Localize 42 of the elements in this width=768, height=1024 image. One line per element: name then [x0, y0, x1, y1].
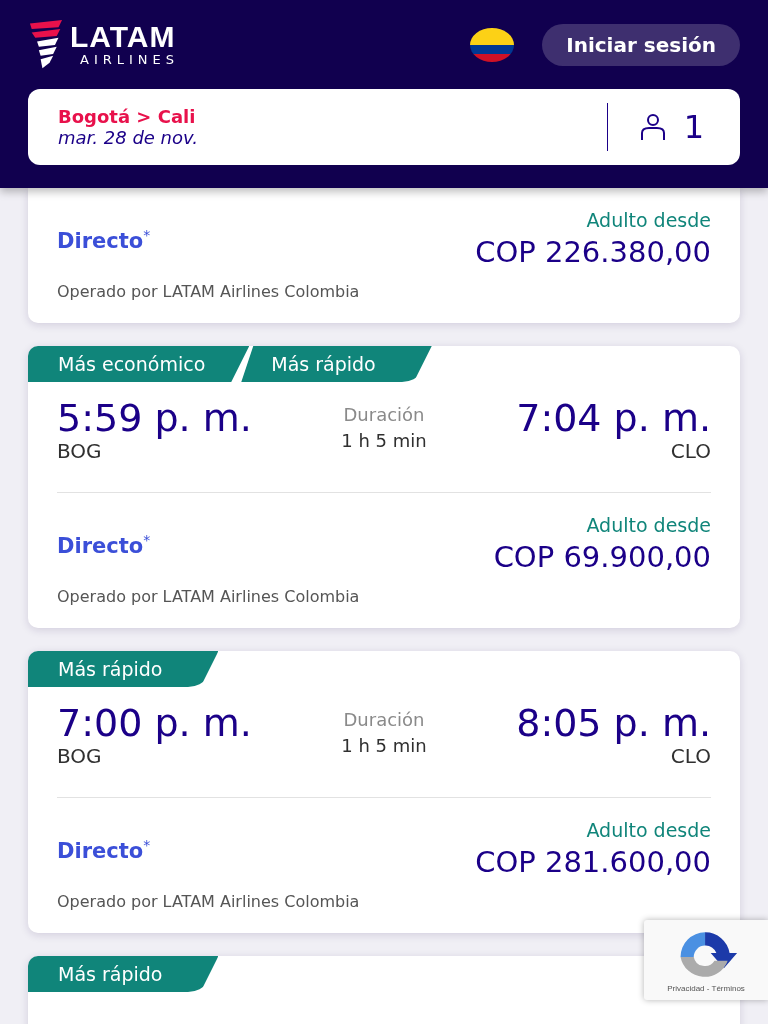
price-label: Adulto desde — [586, 818, 711, 842]
departure-time: 5:59 p. m. — [57, 396, 253, 440]
price-text: COP 226.380,00 — [475, 234, 711, 271]
fare-type: Directo$^{*}$ — [57, 532, 151, 558]
person-icon — [639, 113, 666, 141]
duration-label: Duración — [343, 708, 425, 732]
flight-card[interactable]: Directo$^{*}$ Adulto desde COP 226.380,00 Operado por LATAM Airlines Colombia — [28, 188, 740, 323]
price-text: COP 281.600,00 — [475, 844, 711, 881]
duration-value: 1 h 5 min — [341, 734, 427, 758]
logo-subtext: AIRLINES — [79, 51, 180, 68]
tag-label: Más rápido — [241, 346, 432, 382]
tag-label: Más rápido — [28, 956, 219, 992]
operator-text: Operado por LATAM Airlines Colombia — [57, 892, 361, 911]
price-label: Adulto desde — [586, 513, 711, 537]
tag-label: Más rápido — [28, 651, 219, 687]
arrival-time: 7:04 p. m. — [516, 396, 711, 440]
arrival-code: CLO — [670, 440, 711, 462]
fare-type: Directo$^{*}$ — [57, 227, 151, 253]
recaptcha-badge[interactable]: Privacidad - Términos — [644, 920, 768, 1000]
passenger-count: 1 — [683, 108, 704, 146]
arrival-time: 8:05 p. m. — [516, 701, 711, 745]
login-button[interactable]: Iniciar sesión — [542, 23, 740, 66]
departure-code: BOG — [57, 440, 103, 462]
duration-value: 1 h 5 min — [341, 429, 427, 453]
logo-icon — [28, 19, 64, 70]
operator-text: Operado por LATAM Airlines Colombia — [57, 587, 361, 606]
price-text: COP 69.900,00 — [493, 539, 711, 576]
flight-card[interactable]: Más económico Más rápido 5:59 p. m. BOG Duración 1 h 5 min 7:04 p. m. CLO Directo$^{*}$ Adulto desde COP 69.900,00 Operado por LATAM Airlines Colombia — [28, 346, 740, 628]
route-text: Bogotá > Cali — [58, 106, 197, 127]
search-summary-card[interactable]: Bogotá > Cali mar. 28 de nov. 1 — [28, 89, 740, 165]
price-label: Adulto desde — [586, 208, 711, 232]
operator-text: Operado por LATAM Airlines Colombia — [57, 282, 361, 301]
departure-code: BOG — [57, 745, 103, 767]
tag-label: Más económico — [28, 346, 250, 382]
departure-time: 7:00 p. m. — [57, 701, 253, 745]
duration-label: Duración — [343, 403, 425, 427]
arrival-code: CLO — [670, 745, 711, 767]
logo-text: LATAM — [70, 21, 177, 52]
flight-card[interactable]: Más rápido 7:00 p. m. BOG Duración 1 h 5 min 8:05 p. m. CLO Directo$^{*}$ Adulto desde COP 281.600,00 Operado por LATAM Airlines Colombia — [28, 651, 740, 933]
date-text: mar. 28 de nov. — [58, 127, 199, 148]
fare-type: Directo$^{*}$ — [57, 837, 151, 863]
flag-icon[interactable] — [470, 27, 515, 62]
